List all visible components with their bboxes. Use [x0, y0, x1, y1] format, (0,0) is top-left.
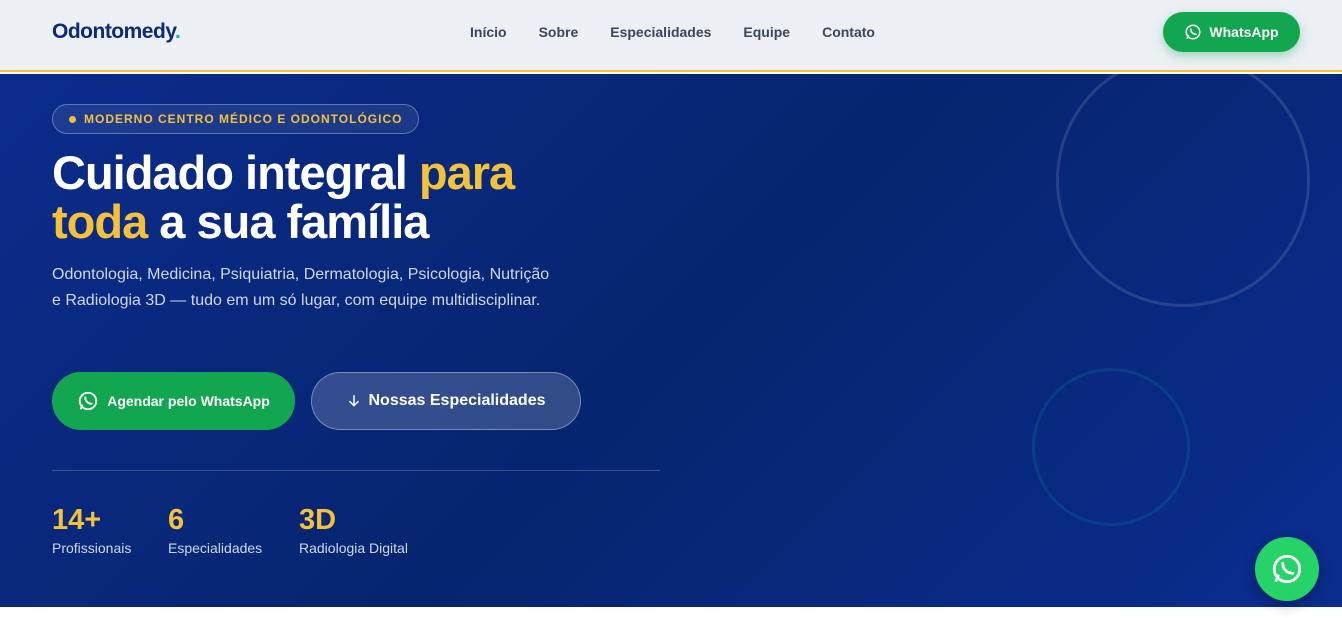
stat-value: 3D [299, 504, 337, 536]
stat-specialties: 6 Especialidades [168, 504, 262, 556]
stat-value: 14+ [52, 504, 102, 536]
bullet-icon [69, 115, 76, 123]
arrow-down-icon [348, 395, 359, 407]
specialties-label: Nossas Especialidades [368, 392, 546, 409]
hero-badge: MODERNO CENTRO MÉDICO E ODONTOLÓGICO [52, 104, 420, 134]
decorative-ring [1032, 368, 1190, 526]
stat-value: 6 [168, 504, 185, 536]
schedule-whatsapp-button[interactable]: Agendar pelo WhatsApp [52, 372, 295, 430]
nav-link-especialidades[interactable]: Especialidades [610, 24, 711, 40]
whatsapp-header-button[interactable]: WhatsApp [1163, 12, 1300, 52]
schedule-whatsapp-label: Agendar pelo WhatsApp [107, 393, 270, 409]
nav-link-contato[interactable]: Contato [822, 24, 875, 40]
main-nav: Início Sobre Especialidades Equipe Conta… [470, 24, 875, 40]
hero-description: Odontologia, Medicina, Psiquiatria, Derm… [52, 266, 550, 309]
floating-whatsapp-button[interactable] [1255, 537, 1319, 601]
nav-link-equipe[interactable]: Equipe [743, 24, 790, 40]
stat-professionals: 14+ Profissionais [52, 504, 131, 556]
stat-label: Profissionais [52, 540, 132, 556]
whatsapp-icon [1272, 554, 1302, 584]
stat-label: Radiologia Digital [299, 540, 408, 556]
decorative-ring [1056, 74, 1310, 307]
hero-title: Cuidado integral para toda a sua família [52, 146, 515, 248]
logo[interactable]: Odontomedy. [52, 20, 181, 44]
stat-label: Especialidades [168, 540, 263, 556]
hero-badge-text: MODERNO CENTRO MÉDICO E ODONTOLÓGICO [84, 112, 403, 126]
stat-radiology: 3D Radiologia Digital [299, 504, 408, 556]
divider [52, 470, 660, 471]
hero-section: MODERNO CENTRO MÉDICO E ODONTOLÓGICO Cui… [0, 74, 1342, 607]
site-header: Odontomedy. Início Sobre Especialidades … [0, 0, 1342, 72]
nav-link-inicio[interactable]: Início [470, 24, 507, 40]
whatsapp-icon [79, 391, 98, 411]
whatsapp-header-label: WhatsApp [1209, 24, 1279, 40]
specialties-button[interactable]: Nossas Especialidades [311, 372, 581, 430]
whatsapp-icon [1185, 24, 1201, 40]
nav-link-sobre[interactable]: Sobre [539, 24, 579, 40]
